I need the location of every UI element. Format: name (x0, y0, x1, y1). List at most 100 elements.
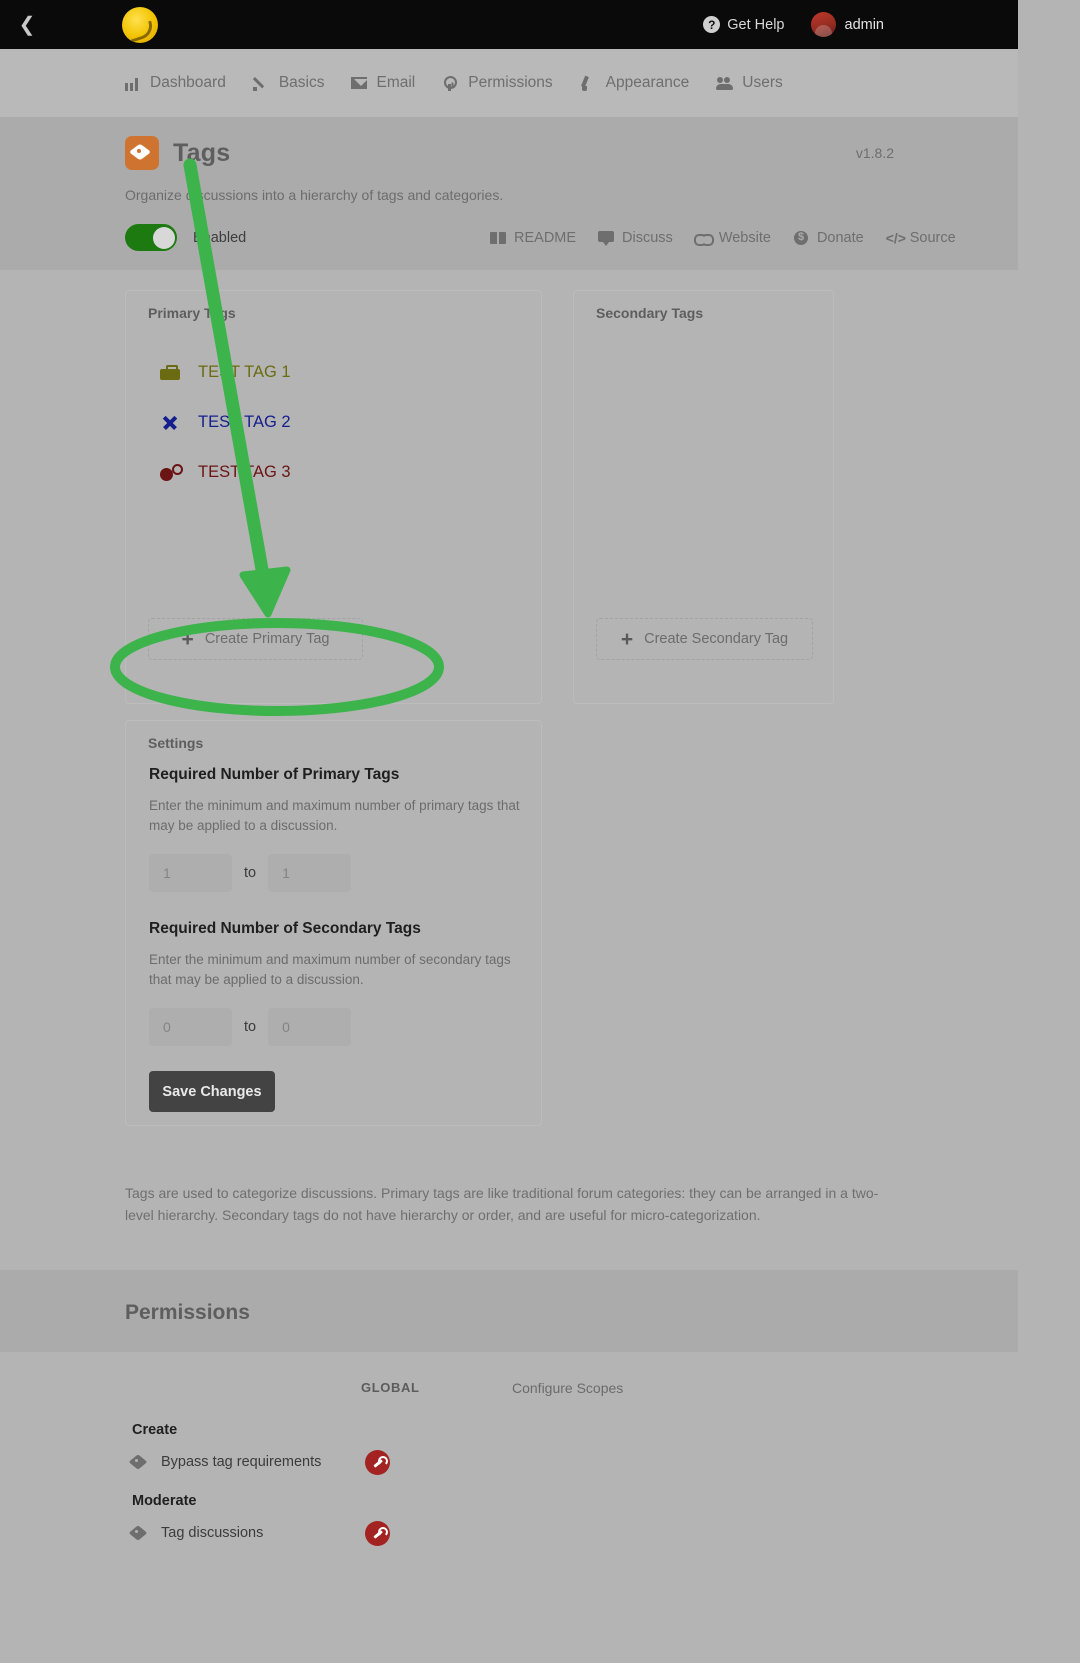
secondary-max-input[interactable] (268, 1008, 352, 1046)
permission-label: Tag discussions (161, 1525, 264, 1541)
forum-logo-icon[interactable] (122, 6, 158, 43)
link-website[interactable]: Website (693, 230, 771, 246)
right-margin (1018, 0, 1080, 1663)
tag-item-test-tag-2[interactable]: TEST TAG 2 (160, 413, 291, 432)
cogs-icon (160, 463, 183, 482)
extension-header: Tags v1.8.2 Organize discussions into a … (0, 117, 1018, 270)
wrench-icon (371, 1527, 388, 1540)
tag-label: TEST TAG 3 (198, 463, 291, 481)
nav-label: Permissions (468, 74, 553, 91)
link-donate[interactable]: Donate (793, 230, 864, 246)
nav-label: Users (742, 74, 783, 91)
tags-footnote: Tags are used to categorize discussions.… (125, 1185, 879, 1223)
top-bar-right: ? Get Help admin (703, 12, 1018, 37)
tag-label: TEST TAG 1 (198, 363, 291, 381)
permission-group-create: Create (132, 1422, 178, 1438)
plus-icon: + (181, 627, 194, 651)
permission-group-moderate: Moderate (132, 1493, 197, 1509)
nav-item-dashboard[interactable]: Dashboard (124, 74, 226, 92)
tag-item-test-tag-1[interactable]: TEST TAG 1 (160, 363, 291, 382)
permission-row-tag-discussions[interactable]: Tag discussions (132, 1525, 263, 1541)
primary-range-separator: to (244, 865, 257, 881)
enabled-toggle[interactable] (125, 224, 177, 251)
extension-title-row: Tags (125, 136, 230, 170)
nav-item-email[interactable]: Email (351, 74, 415, 92)
permission-row-bypass-tag-requirements[interactable]: Bypass tag requirements (132, 1454, 321, 1470)
permission-badge-tag-discussions[interactable] (365, 1521, 390, 1546)
permission-badge-bypass-tag-requirements[interactable] (365, 1450, 390, 1475)
permission-label: Bypass tag requirements (161, 1454, 322, 1470)
extension-links: README Discuss Website Donate </> Source (490, 230, 956, 246)
tag-label: TEST TAG 2 (198, 413, 291, 431)
nav-item-appearance[interactable]: Appearance (580, 74, 689, 92)
version-label: v1.8.2 (855, 145, 894, 161)
main-content: Primary Tags TEST TAG 1 TEST TAG 2 TEST … (0, 270, 1018, 1270)
nav-label: Dashboard (150, 74, 226, 91)
tools-icon (160, 414, 180, 432)
tag-icon (132, 1455, 149, 1470)
users-icon (716, 76, 734, 91)
secondary-tags-panel: Secondary Tags + Create Secondary Tag (573, 290, 834, 704)
create-primary-tag-button[interactable]: + Create Primary Tag (148, 618, 363, 660)
chart-bar-icon (124, 76, 141, 91)
primary-min-input[interactable] (149, 854, 232, 892)
link-label: Website (718, 230, 771, 246)
permissions-title: Permissions (125, 1301, 250, 1324)
settings-title: Settings (148, 735, 204, 751)
link-readme[interactable]: README (490, 230, 576, 246)
primary-tags-title: Primary Tags (148, 305, 236, 321)
enabled-toggle-row: Enabled (125, 224, 246, 251)
primary-tags-panel: Primary Tags TEST TAG 1 TEST TAG 2 TEST … (125, 290, 542, 704)
link-label: README (514, 230, 577, 246)
create-primary-tag-label: Create Primary Tag (204, 631, 330, 647)
pencil-icon (252, 76, 270, 91)
user-menu[interactable]: admin (810, 12, 885, 37)
wrench-icon (371, 1456, 388, 1469)
create-secondary-tag-button[interactable]: + Create Secondary Tag (596, 618, 813, 660)
tag-item-test-tag-3[interactable]: TEST TAG 3 (160, 463, 291, 482)
tag-icon (132, 1526, 149, 1541)
top-bar: ❮ ? Get Help admin (0, 0, 1018, 49)
secondary-tags-count-description: Enter the minimum and maximum number of … (149, 952, 511, 987)
primary-tags-count-heading: Required Number of Primary Tags (149, 766, 400, 783)
code-icon: </> (885, 230, 906, 246)
link-label: Discuss (622, 230, 673, 246)
primary-tags-count-description: Enter the minimum and maximum number of … (149, 798, 520, 833)
question-circle-icon: ? (703, 16, 721, 33)
nav-item-users[interactable]: Users (716, 74, 783, 92)
save-changes-button[interactable]: Save Changes (149, 1071, 275, 1112)
avatar (810, 12, 836, 37)
nav-item-basics[interactable]: Basics (252, 74, 325, 92)
key-icon (442, 75, 459, 91)
envelope-icon (351, 77, 369, 89)
permissions-column-global: GLOBAL (361, 1380, 420, 1395)
chat-icon (598, 231, 615, 246)
admin-nav: Dashboard Basics Email Permissions Appea… (0, 49, 1018, 117)
plus-icon: + (620, 627, 634, 651)
permissions-body: GLOBAL Configure Scopes Create Bypass ta… (0, 1352, 1018, 1663)
tag-icon (125, 136, 159, 170)
permissions-header: Permissions (0, 1270, 1018, 1352)
secondary-range-separator: to (244, 1019, 257, 1035)
enabled-toggle-label: Enabled (193, 229, 247, 246)
page-root: ❮ ? Get Help admin Dashboard Basics Emai… (0, 0, 1080, 1663)
link-label: Source (909, 230, 956, 246)
book-icon (490, 231, 506, 245)
get-help-button[interactable]: ? Get Help (703, 16, 785, 33)
dollar-circle-icon (793, 230, 809, 245)
nav-label: Basics (278, 74, 325, 91)
paint-brush-icon (580, 76, 597, 91)
primary-max-input[interactable] (268, 854, 352, 892)
secondary-min-input[interactable] (149, 1008, 232, 1046)
configure-scopes-link[interactable]: Configure Scopes (512, 1380, 623, 1396)
nav-label: Email (376, 74, 416, 91)
get-help-label: Get Help (727, 16, 785, 33)
secondary-tags-count-heading: Required Number of Secondary Tags (149, 920, 421, 937)
link-discuss[interactable]: Discuss (598, 230, 673, 246)
secondary-tags-title: Secondary Tags (596, 305, 704, 321)
toolbox-icon (160, 364, 180, 382)
link-source[interactable]: </> Source (886, 230, 956, 246)
back-chevron-icon[interactable]: ❮ (0, 0, 54, 49)
user-name-label: admin (844, 16, 885, 33)
nav-item-permissions[interactable]: Permissions (442, 74, 553, 92)
